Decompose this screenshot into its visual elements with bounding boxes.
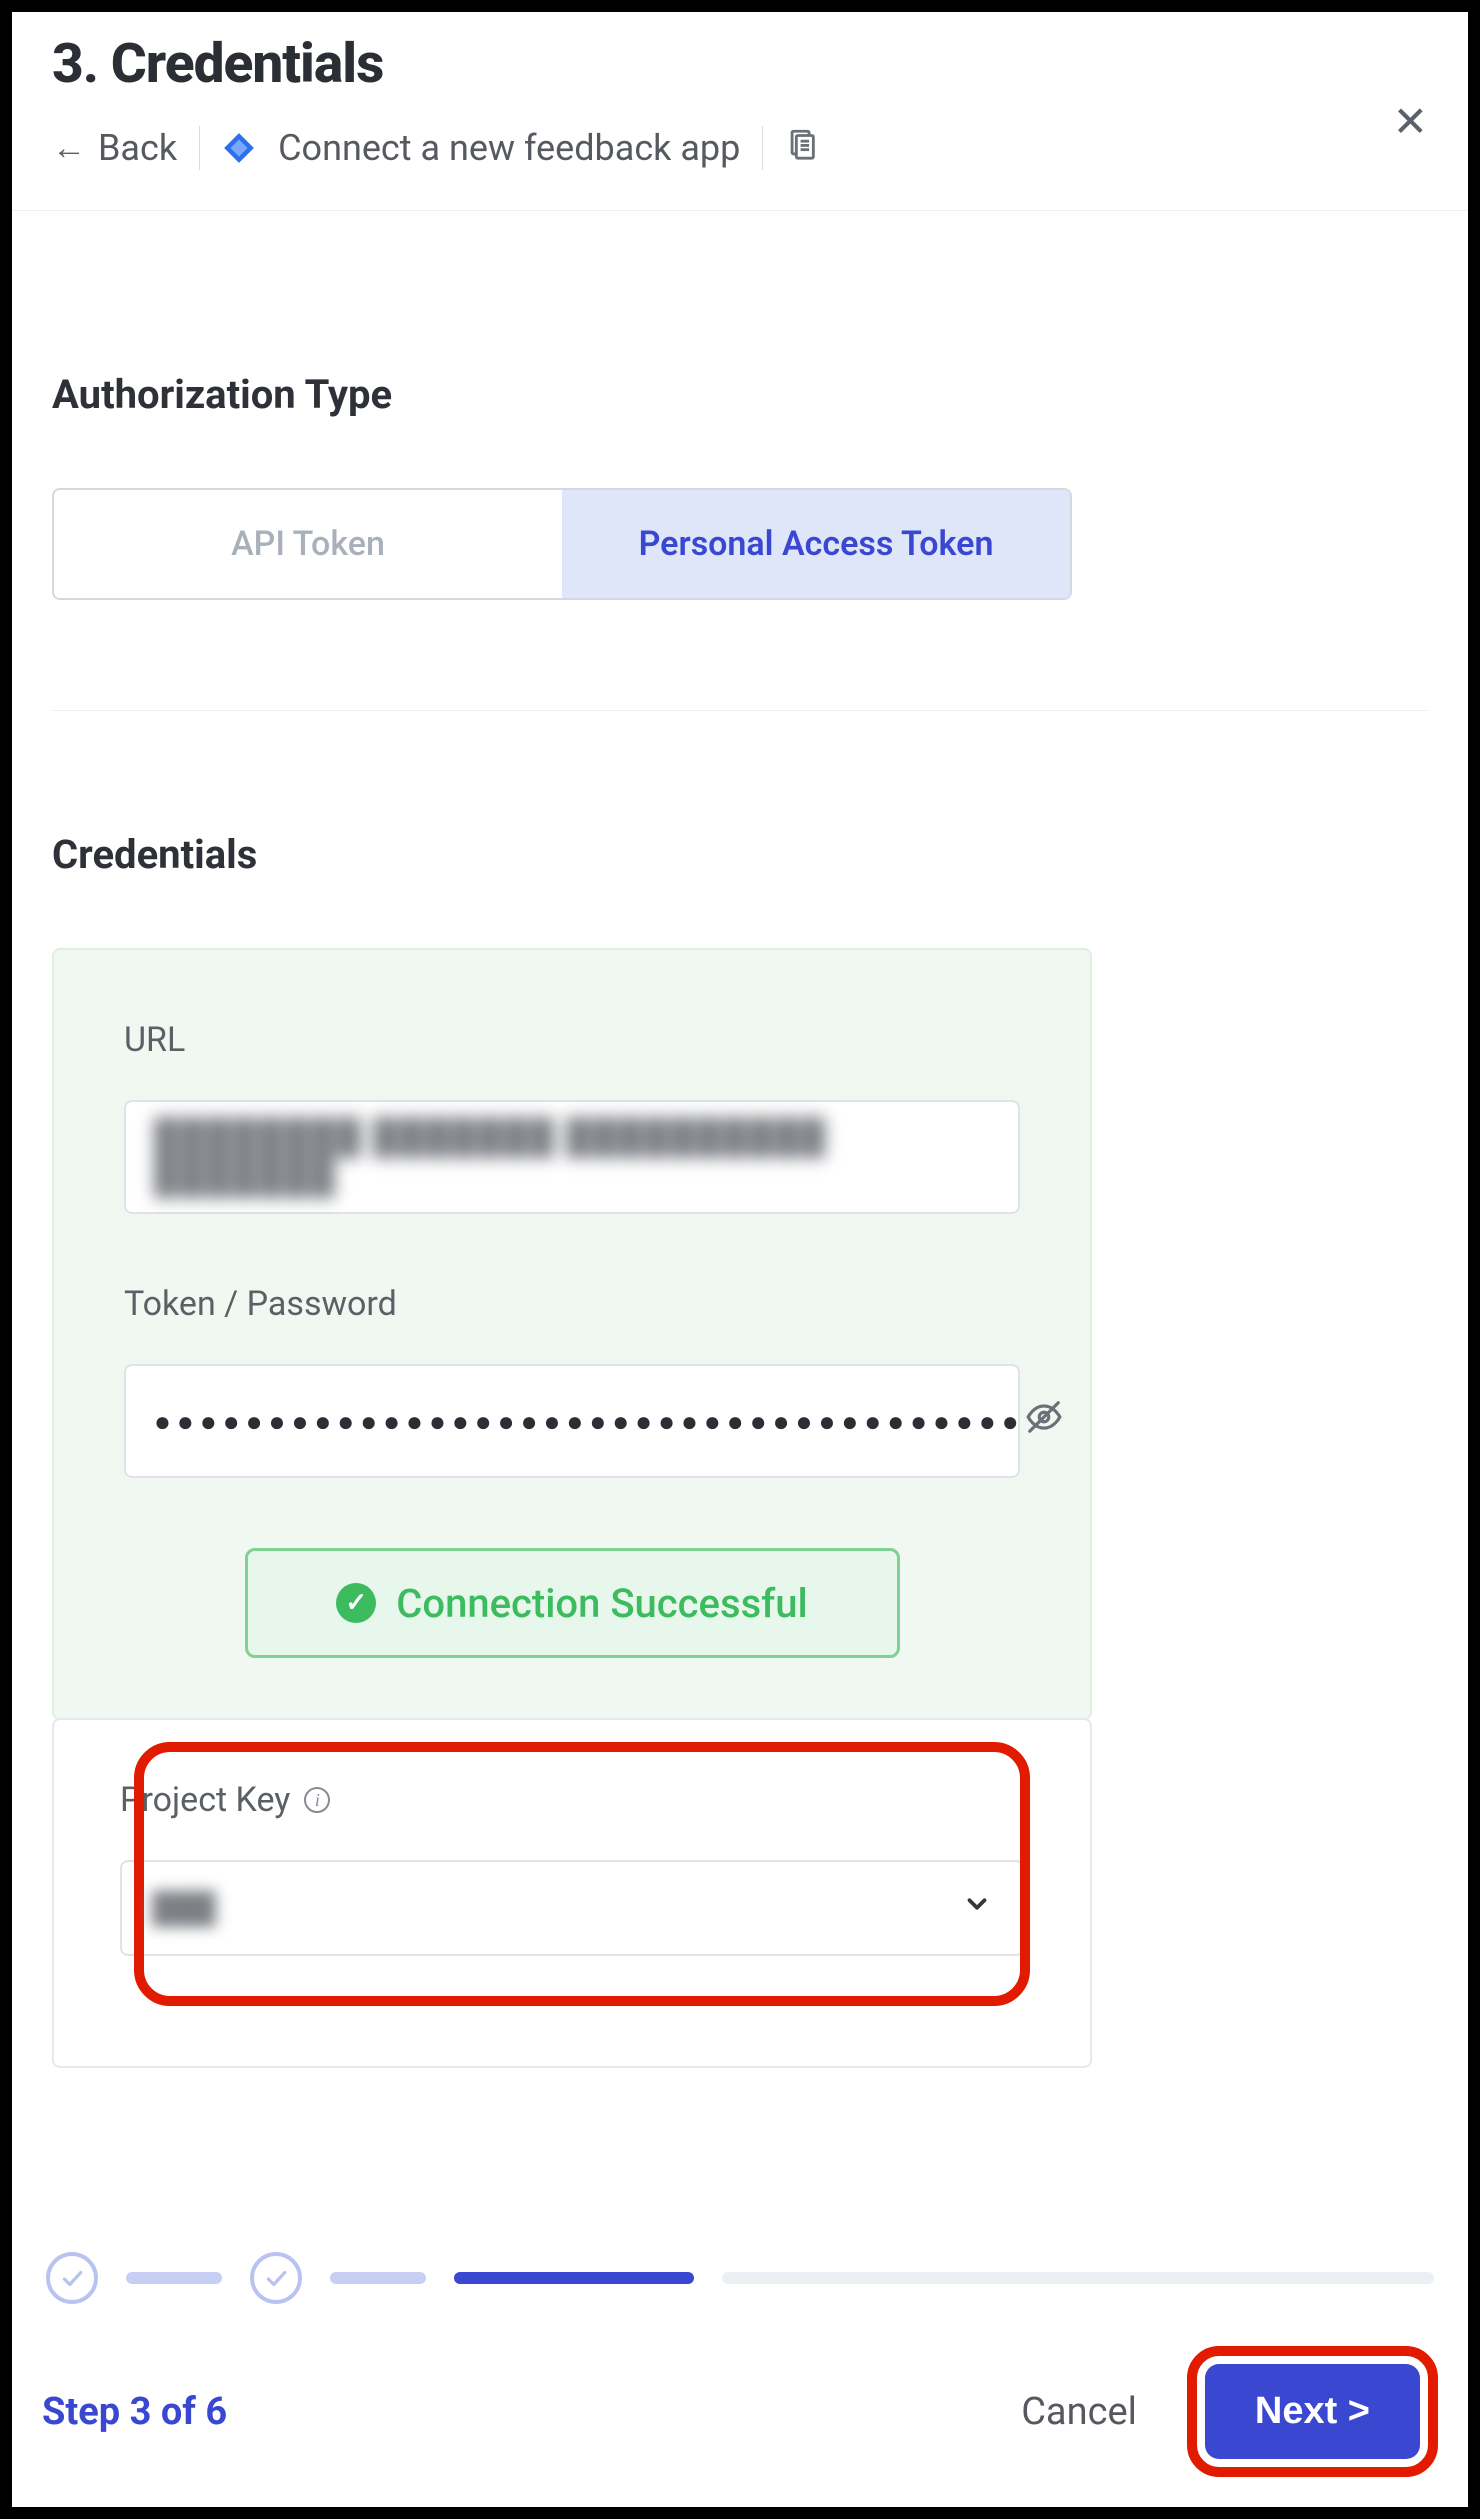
step-2-done-icon [250,2252,302,2304]
jira-icon [222,131,256,165]
project-key-value-redacted: ███ [152,1891,216,1926]
divider [52,710,1428,711]
url-value-redacted: ████████ ███████ ██████████ ███████ [154,1117,990,1197]
highlight-ring: Next > [1187,2346,1438,2477]
document-icon[interactable] [785,127,819,170]
project-key-label: Project Key i [120,1780,1024,1820]
progress-bar-segment [126,2272,222,2284]
arrow-left-icon: ← [52,128,86,168]
url-label: URL [124,1020,1020,1060]
progress-bar-segment [330,2272,426,2284]
close-icon[interactable]: ✕ [1393,102,1428,144]
credentials-panel: URL ████████ ███████ ██████████ ███████ … [52,948,1092,1720]
step-counter: Step 3 of 6 [42,2390,227,2434]
next-button[interactable]: Next > [1205,2364,1420,2459]
separator [762,126,763,170]
credentials-heading: Credentials [52,831,1428,878]
auth-type-toggle: API Token Personal Access Token [52,488,1072,600]
progress-bar-remaining [722,2272,1434,2284]
info-icon[interactable]: i [304,1787,330,1813]
eye-off-icon[interactable] [1025,1398,1063,1445]
auth-type-heading: Authorization Type [52,371,1428,418]
project-key-select[interactable]: ███ [120,1860,1024,1956]
progress-bar-current [454,2272,694,2284]
project-key-label-text: Project Key [120,1780,290,1820]
cancel-button[interactable]: Cancel [1021,2390,1137,2434]
step-1-done-icon [46,2252,98,2304]
project-key-card: Project Key i ███ [52,1718,1092,2068]
back-button[interactable]: ← Back [52,127,177,169]
connection-status-badge: ✓ Connection Successful [245,1548,900,1658]
connection-status-text: Connection Successful [396,1580,807,1627]
token-masked-value: ●●●●●●●●●●●●●●●●●●●●●●●●●●●●●●●●●●●●●● [154,1405,1025,1438]
back-label: Back [98,127,177,169]
tab-personal-access-token[interactable]: Personal Access Token [562,490,1070,598]
page-title: 3. Credentials [52,32,1428,96]
url-input[interactable]: ████████ ███████ ██████████ ███████ [124,1100,1020,1214]
token-label: Token / Password [124,1284,1020,1324]
breadcrumb-text: Connect a new feedback app [278,127,740,169]
tab-api-token[interactable]: API Token [54,490,562,598]
token-input[interactable]: ●●●●●●●●●●●●●●●●●●●●●●●●●●●●●●●●●●●●●● [124,1364,1020,1478]
wizard-footer: Step 3 of 6 Cancel Next > [12,2238,1468,2507]
separator [199,126,200,170]
chevron-down-icon [962,1889,992,1927]
progress-stepper [42,2252,1438,2304]
breadcrumb: ← Back Connect a new feedback app [52,126,1428,170]
check-circle-icon: ✓ [336,1583,376,1623]
